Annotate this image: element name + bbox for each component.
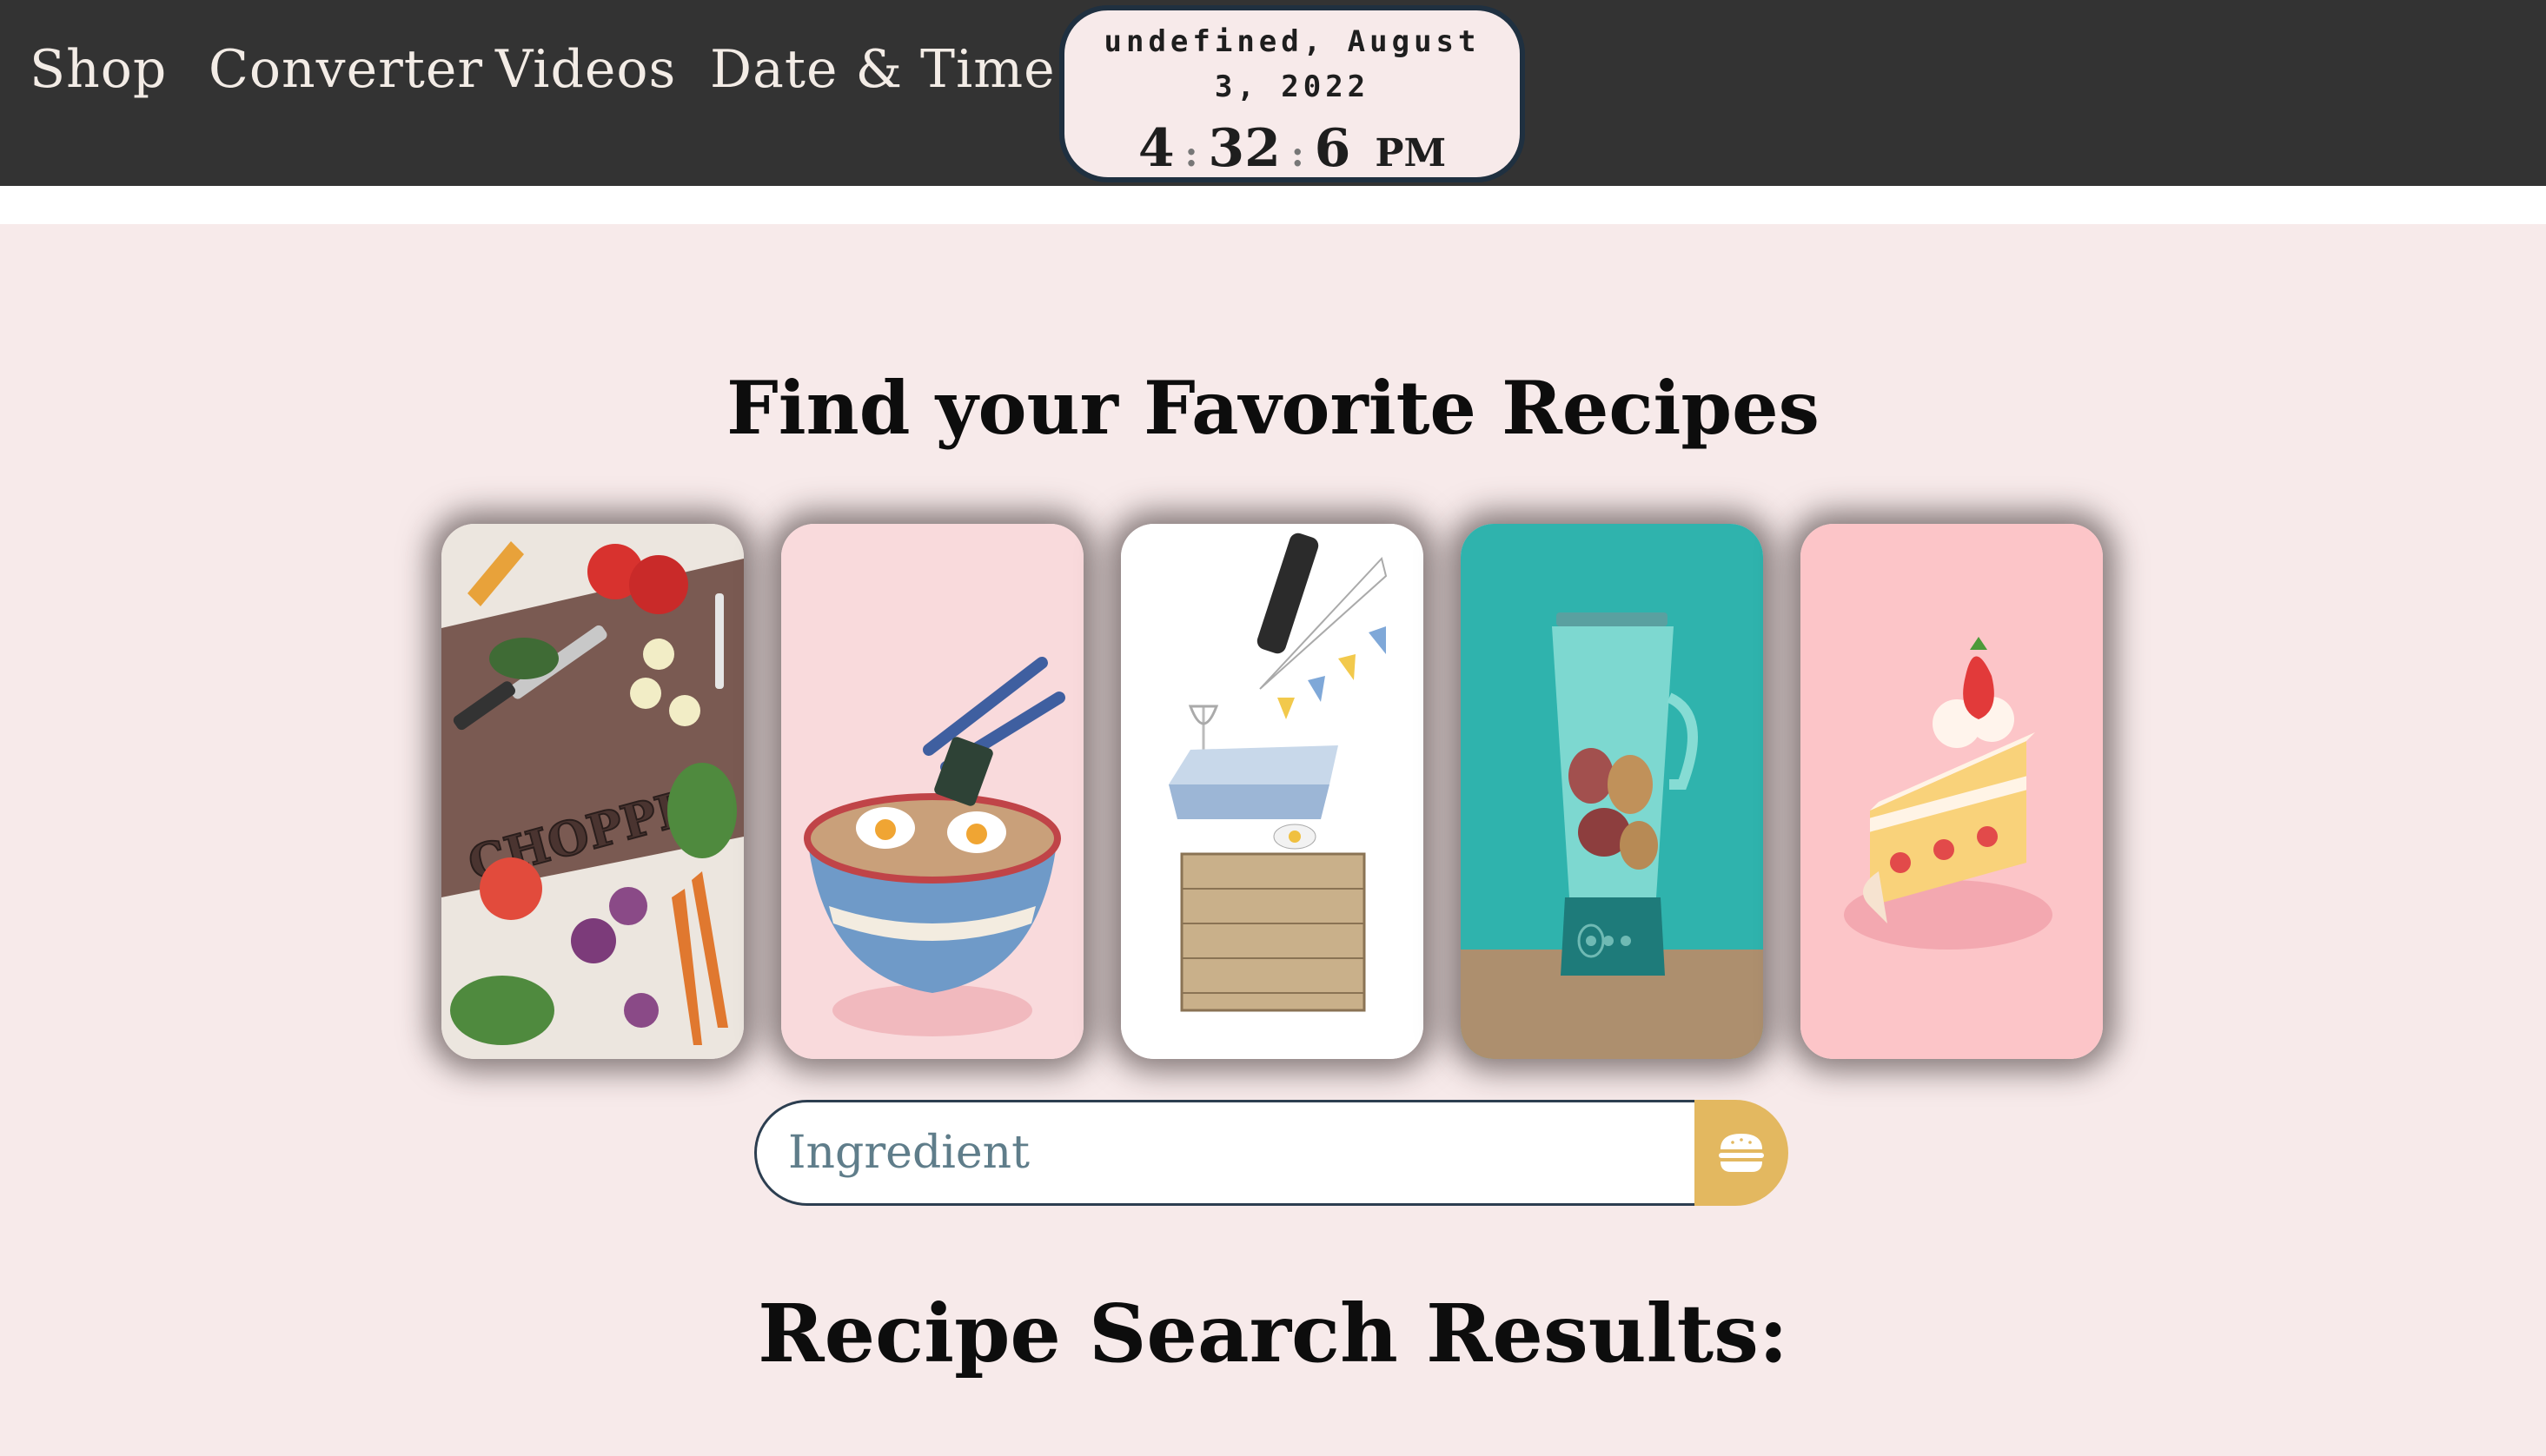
search-button[interactable] xyxy=(1694,1100,1788,1206)
clock-seconds: 6 xyxy=(1314,118,1351,179)
page-title: Find your Favorite Recipes xyxy=(726,365,1820,451)
clock-time: 4 : 32 : 6 PM xyxy=(1064,118,1520,179)
nav-link-shop[interactable]: Shop xyxy=(30,35,167,104)
ingredient-search-input[interactable] xyxy=(754,1100,1696,1206)
main-content: Find your Favorite Recipes CHOPPED Ingre… xyxy=(0,224,2546,1456)
nav-link-converter[interactable]: Converter xyxy=(209,35,483,104)
clock-date: undefined, August 3, 2022 xyxy=(1104,24,1481,104)
picnic-basket-illustration xyxy=(1121,524,1423,1059)
nav-link-date-time[interactable]: Date & Time xyxy=(710,35,1056,104)
blender-illustration xyxy=(1461,524,1763,1059)
clock-separator: : xyxy=(1184,134,1198,175)
clock-minutes: 32 xyxy=(1208,118,1281,179)
chopped-vegetables-illustration: CHOPPED xyxy=(441,524,744,1059)
strawberry-cake-illustration xyxy=(1800,524,2103,1059)
recipe-card-picnic[interactable] xyxy=(1121,524,1423,1059)
top-navbar: Shop Converter Videos Date & Time undefi… xyxy=(0,0,2546,186)
clock-hours: 4 xyxy=(1137,118,1175,179)
recipe-card-cake[interactable] xyxy=(1800,524,2103,1059)
hamburger-icon xyxy=(1719,1134,1764,1172)
recipe-card-chopped[interactable]: CHOPPED xyxy=(441,524,744,1059)
nav-link-videos[interactable]: Videos xyxy=(495,35,676,104)
clock-widget: undefined, August 3, 2022 4 : 32 : 6 PM xyxy=(1059,5,1525,182)
recipe-card-ramen[interactable] xyxy=(781,524,1084,1059)
recipe-card-smoothie[interactable] xyxy=(1461,524,1763,1059)
clock-period: PM xyxy=(1375,131,1447,175)
ingredient-search xyxy=(754,1100,1788,1206)
ramen-bowl-illustration xyxy=(781,524,1084,1059)
clock-separator: : xyxy=(1290,134,1304,175)
results-title: Recipe Search Results: xyxy=(758,1287,1788,1380)
